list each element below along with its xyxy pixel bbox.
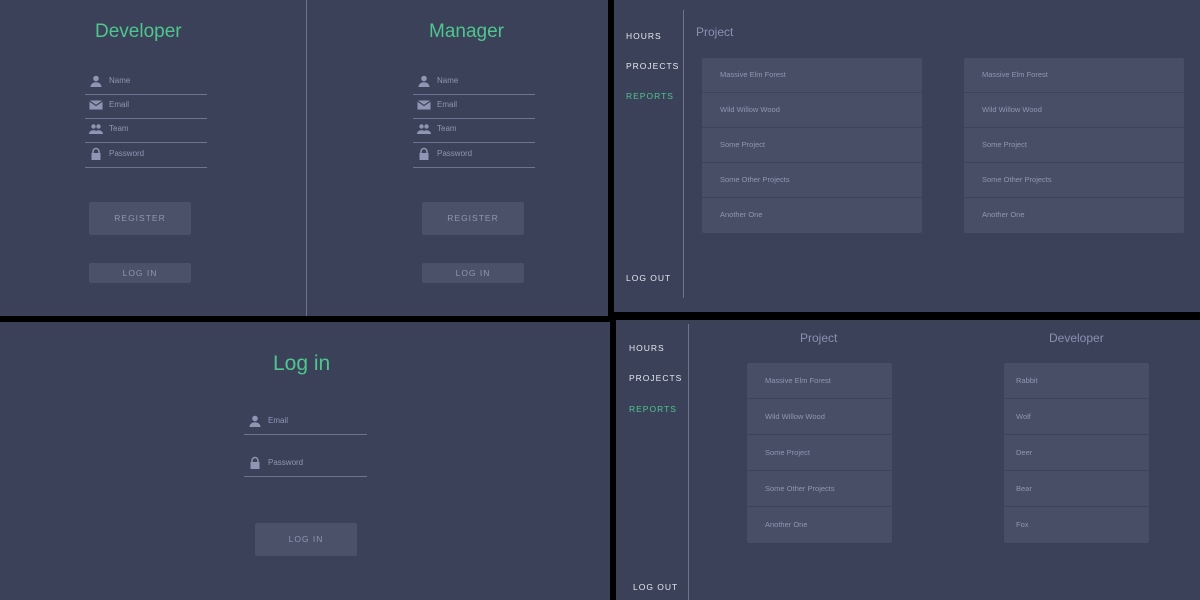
nav-reports[interactable]: REPORTS [629,404,677,414]
list-item[interactable]: Rabbit [1004,363,1149,399]
manager-name-field[interactable]: Name [413,70,535,95]
list-item[interactable]: Some Other Projects [702,163,922,198]
mail-icon [89,98,103,112]
developer-email-field[interactable]: Email [85,94,207,119]
list-item[interactable]: Bear [1004,471,1149,507]
login-email-field[interactable]: Email [244,410,367,435]
list-item[interactable]: Massive Elm Forest [747,363,892,399]
mail-icon [417,98,431,112]
manager-login-button[interactable]: LOG IN [422,263,524,283]
nav-reports[interactable]: REPORTS [626,91,674,101]
developer-register-button[interactable]: REGISTER [89,202,191,235]
list-item[interactable]: Fox [1004,507,1149,543]
list-item[interactable]: Another One [964,198,1184,233]
login-password-field[interactable]: Password [244,452,367,477]
team-icon [89,122,103,136]
manager-email-field[interactable]: Email [413,94,535,119]
login-title: Log in [273,352,331,375]
list-item[interactable]: Another One [747,507,892,543]
list-item[interactable]: Some Project [964,128,1184,163]
manager-register-button[interactable]: REGISTER [422,202,524,235]
list-item[interactable]: Massive Elm Forest [702,58,922,93]
nav-hours[interactable]: HOURS [629,343,665,353]
developer-team-field[interactable]: Team [85,118,207,143]
person-icon [89,74,103,88]
developer-list: Rabbit Wolf Deer Bear Fox [1004,363,1149,543]
manager-team-field[interactable]: Team [413,118,535,143]
list-item[interactable]: Another One [702,198,922,233]
developer-name-field[interactable]: Name [85,70,207,95]
list-item[interactable]: Wild Willow Wood [964,93,1184,128]
list-item[interactable]: Some Project [747,435,892,471]
team-icon [417,122,431,136]
developer-column-title: Developer [1049,331,1104,345]
nav-hours[interactable]: HOURS [626,31,662,41]
register-panel: Developer Name Email Team Password REGIS… [0,0,608,316]
list-item[interactable]: Some Other Projects [747,471,892,507]
reports-panel-2: HOURS PROJECTS REPORTS LOG OUT Project D… [616,320,1200,600]
project-column-title: Project [800,331,838,345]
project-list-right: Massive Elm Forest Wild Willow Wood Some… [964,58,1184,233]
manager-title: Manager [429,21,504,42]
nav-projects[interactable]: PROJECTS [629,373,682,383]
developer-password-field[interactable]: Password [85,143,207,168]
developer-title: Developer [95,21,182,42]
sidebar-divider [688,324,689,600]
list-item[interactable]: Some Other Projects [964,163,1184,198]
list-item[interactable]: Some Project [702,128,922,163]
person-icon [417,74,431,88]
list-item[interactable]: Wolf [1004,399,1149,435]
project-list: Massive Elm Forest Wild Willow Wood Some… [747,363,892,543]
lock-icon [89,147,103,161]
nav-logout[interactable]: LOG OUT [633,582,678,592]
nav-logout[interactable]: LOG OUT [626,273,671,283]
manager-password-field[interactable]: Password [413,143,535,168]
list-item[interactable]: Deer [1004,435,1149,471]
login-button[interactable]: LOG IN [255,523,357,556]
list-item[interactable]: Massive Elm Forest [964,58,1184,93]
column-divider [306,0,307,316]
lock-icon [417,147,431,161]
list-item[interactable]: Wild Willow Wood [702,93,922,128]
project-title: Project [696,25,734,39]
list-item[interactable]: Wild Willow Wood [747,399,892,435]
lock-icon [248,456,262,470]
person-icon [248,414,262,428]
sidebar-divider [683,10,684,298]
project-list-left: Massive Elm Forest Wild Willow Wood Some… [702,58,922,233]
login-panel: Log in Email Password LOG IN [0,322,610,600]
reports-panel-1: HOURS PROJECTS REPORTS LOG OUT Project M… [614,0,1200,312]
nav-projects[interactable]: PROJECTS [626,61,679,71]
developer-login-button[interactable]: LOG IN [89,263,191,283]
